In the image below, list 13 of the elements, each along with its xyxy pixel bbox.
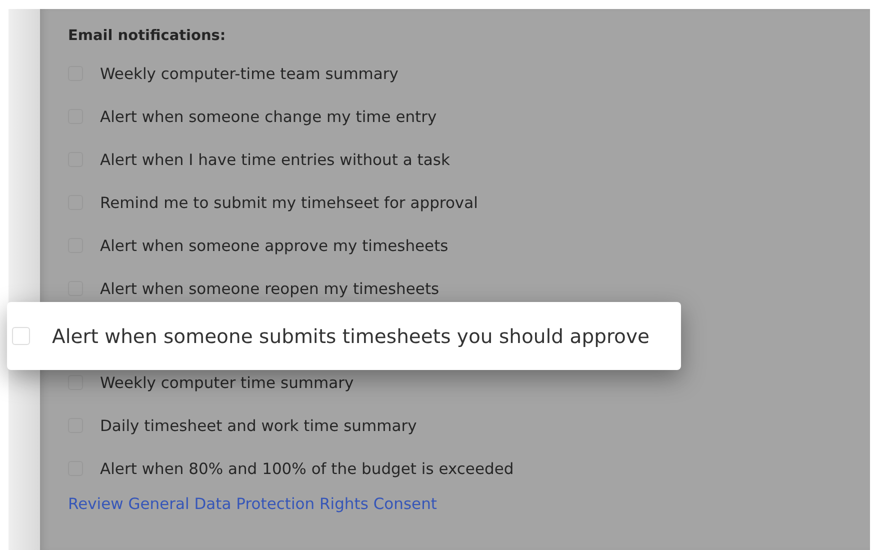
option-label: Alert when someone approve my timesheets	[100, 236, 448, 254]
consent-link[interactable]: Review General Data Protection Rights Consent	[68, 495, 437, 513]
option-label: Remind me to submit my timehseet for approval	[100, 194, 478, 212]
option-label: Daily timesheet and work time summary	[100, 416, 417, 434]
option-label: Alert when 80% and 100% of the budget is exceeded	[100, 460, 514, 478]
option-label: Alert when someone reopen my timesheets	[100, 280, 440, 298]
option-label: Alert when someone change my time entry	[100, 108, 437, 126]
option-label: Weekly computer time summary	[100, 374, 354, 392]
option-label: Alert when someone submits timesheets you should approve	[52, 324, 650, 348]
option-label: Alert when I have time entries without a task	[100, 150, 450, 168]
section-title: Email notifications:	[68, 27, 227, 46]
checkbox[interactable]	[68, 375, 83, 390]
option-label: Weekly computer-time team summary	[100, 64, 398, 82]
